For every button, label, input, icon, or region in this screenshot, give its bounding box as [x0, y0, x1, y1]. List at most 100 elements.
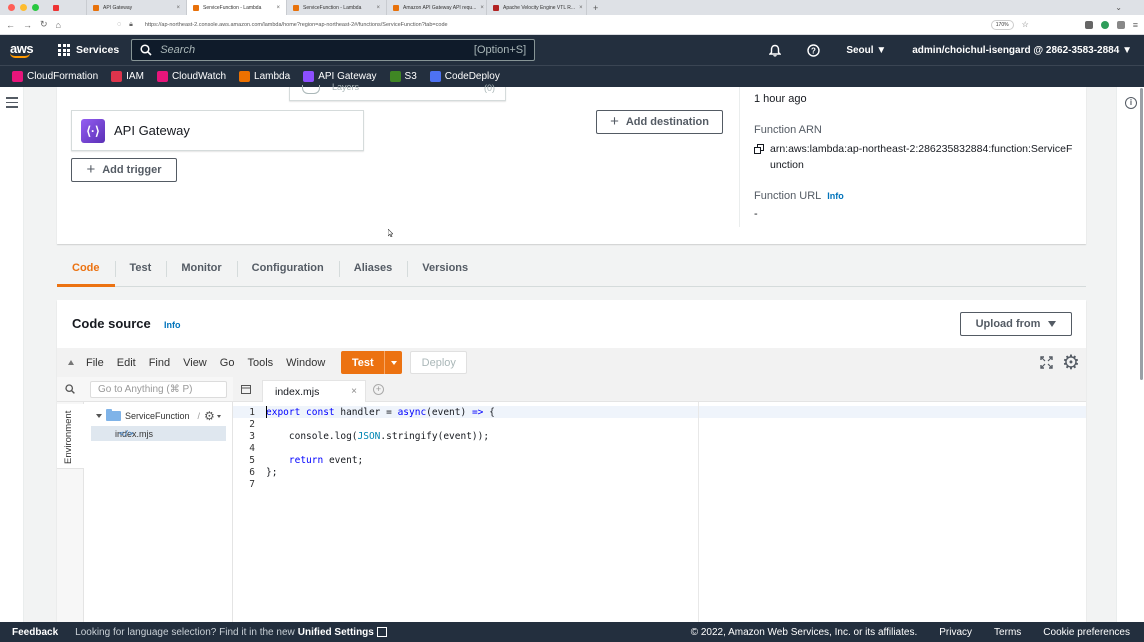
extension-icon[interactable] [1100, 20, 1109, 29]
browser-tab[interactable]: ServiceFunction - Lambda × [187, 0, 287, 15]
zoom-level[interactable]: 170% [990, 19, 1014, 30]
close-window-button[interactable] [8, 4, 15, 11]
tab-configuration[interactable]: Configuration [236, 250, 339, 286]
ide-menu-edit[interactable]: Edit [117, 357, 136, 369]
forward-icon[interactable]: → [23, 20, 32, 30]
help-icon[interactable]: ? [807, 43, 821, 57]
service-icon [239, 71, 251, 82]
favorite-api-gateway[interactable]: API Gateway [303, 71, 377, 82]
info-link[interactable]: Info [827, 191, 844, 201]
close-icon[interactable]: × [176, 5, 180, 11]
favorite-cloudformation[interactable]: CloudFormation [12, 71, 98, 82]
minimize-window-button[interactable] [20, 4, 27, 11]
back-icon[interactable]: ← [6, 20, 15, 30]
page-scrollbar[interactable] [1140, 88, 1143, 380]
tab-monitor[interactable]: Monitor [166, 250, 236, 286]
editor-tab[interactable]: index.mjs × [262, 380, 366, 402]
favorite-s3[interactable]: S3 [389, 71, 417, 82]
close-icon[interactable]: × [376, 5, 380, 11]
add-trigger-button[interactable]: + Add trigger [71, 158, 177, 182]
close-icon[interactable]: × [351, 386, 357, 397]
close-icon[interactable]: × [480, 5, 484, 11]
go-to-anything-input[interactable]: Go to Anything (⌘ P) [90, 381, 227, 398]
favorite-cloudwatch[interactable]: CloudWatch [156, 71, 226, 82]
caret-down-icon[interactable] [217, 415, 221, 418]
browser-tab[interactable]: API Gateway × [87, 0, 187, 15]
layers-card[interactable]: Layers (0) [289, 82, 506, 101]
ide-menu-tools[interactable]: Tools [247, 357, 273, 369]
tree-folder-row[interactable]: ServiceFunction / [96, 409, 200, 421]
close-icon[interactable]: × [579, 5, 583, 11]
ide-menu-view[interactable]: View [183, 357, 207, 369]
tab-aliases[interactable]: Aliases [338, 250, 408, 286]
add-destination-button[interactable]: + Add destination [596, 110, 723, 134]
browser-tab[interactable]: Amazon API Gateway API requ... × [387, 0, 487, 15]
maximize-window-button[interactable] [32, 4, 39, 11]
shield-icon[interactable]: ◌ [117, 21, 121, 28]
fullscreen-icon[interactable] [1040, 356, 1053, 369]
external-link-icon [376, 627, 387, 637]
environment-side-tab[interactable]: Environment [57, 402, 84, 622]
extension-icon[interactable] [1116, 20, 1125, 29]
code-line: return event; [288, 455, 364, 466]
terms-link[interactable]: Terms [994, 627, 1021, 638]
test-dropdown-icon[interactable] [385, 351, 402, 374]
hamburger-menu-icon[interactable] [6, 97, 18, 111]
test-button[interactable]: Test [341, 351, 403, 374]
tab-test[interactable]: Test [114, 250, 167, 286]
feedback-link[interactable]: Feedback [12, 627, 58, 638]
tab-list-chevron-icon[interactable]: ⌄ [1115, 3, 1122, 12]
collapse-icon[interactable] [68, 360, 74, 365]
copy-icon[interactable] [754, 144, 764, 154]
address-bar: ← → ↻ ⌂ ◌ 🔒︎ https://ap-northeast-2.cons… [0, 15, 1144, 35]
lock-icon[interactable]: 🔒︎ [129, 21, 133, 29]
favorite-codedeploy[interactable]: CodeDeploy [429, 71, 500, 82]
search-icon[interactable] [65, 384, 75, 394]
editor-tab-bar: index.mjs × + [233, 377, 1086, 402]
copyright-text: © 2022, Amazon Web Services, Inc. or its… [690, 626, 918, 638]
unified-settings-link[interactable]: Unified Settings [298, 627, 387, 638]
new-tab-button[interactable]: + [587, 3, 598, 13]
service-icon [303, 71, 315, 82]
favorite-lambda[interactable]: Lambda [239, 71, 290, 82]
reload-icon[interactable]: ↻ [40, 19, 48, 30]
favorite-iam[interactable]: IAM [111, 71, 144, 82]
bookmark-star-icon[interactable]: ☆ [1022, 20, 1029, 29]
ide-menu-window[interactable]: Window [286, 357, 325, 369]
ide-menu-file[interactable]: File [86, 357, 104, 369]
ide-menu-go[interactable]: Go [220, 357, 235, 369]
last-modified-value: 1 hour ago [754, 93, 807, 105]
extension-icon[interactable] [1084, 20, 1093, 29]
tab-code[interactable]: Code [57, 250, 115, 287]
browser-tab[interactable]: ServiceFunction - Lambda × [287, 0, 387, 15]
services-menu-button[interactable]: Services [58, 44, 119, 56]
browser-tab[interactable]: Apache Velocity Engine VTL R... × [487, 0, 587, 15]
region-selector[interactable]: Seoul ▼ [846, 45, 886, 56]
url-field[interactable]: https://ap-northeast-2.console.aws.amazo… [145, 22, 448, 28]
upload-from-button[interactable]: Upload from [960, 312, 1072, 336]
tab-menu-icon[interactable] [241, 385, 251, 394]
cookie-preferences-link[interactable]: Cookie preferences [1043, 627, 1130, 638]
gear-icon[interactable]: ⚙ [1062, 353, 1080, 373]
window-controls [0, 4, 47, 11]
trigger-card-api-gateway[interactable]: ⟨·⟩ API Gateway [71, 110, 364, 151]
service-icon [111, 71, 123, 82]
privacy-link[interactable]: Privacy [939, 627, 972, 638]
add-tab-icon[interactable]: + [373, 384, 384, 395]
search-input[interactable]: Search [Option+S] [131, 39, 536, 61]
gear-icon[interactable]: ⚙ [204, 410, 215, 422]
account-menu[interactable]: admin/choichul-isengard @ 2862-3583-2884… [912, 45, 1132, 56]
pinned-tab[interactable] [47, 0, 87, 15]
close-icon[interactable]: × [276, 5, 280, 11]
aws-logo[interactable]: aws [10, 42, 36, 58]
info-panel-icon[interactable]: i [1125, 97, 1137, 109]
tree-file-row[interactable]: </> index.mjs [91, 426, 226, 441]
info-link[interactable]: Info [164, 320, 181, 330]
ide-menu-find[interactable]: Find [149, 357, 170, 369]
line-number: 6 [249, 467, 255, 478]
deploy-button[interactable]: Deploy [410, 351, 468, 374]
bell-icon[interactable] [769, 44, 782, 57]
tab-versions[interactable]: Versions [407, 250, 483, 286]
home-icon[interactable]: ⌂ [56, 20, 61, 30]
menu-icon[interactable]: ≡ [1133, 20, 1138, 30]
